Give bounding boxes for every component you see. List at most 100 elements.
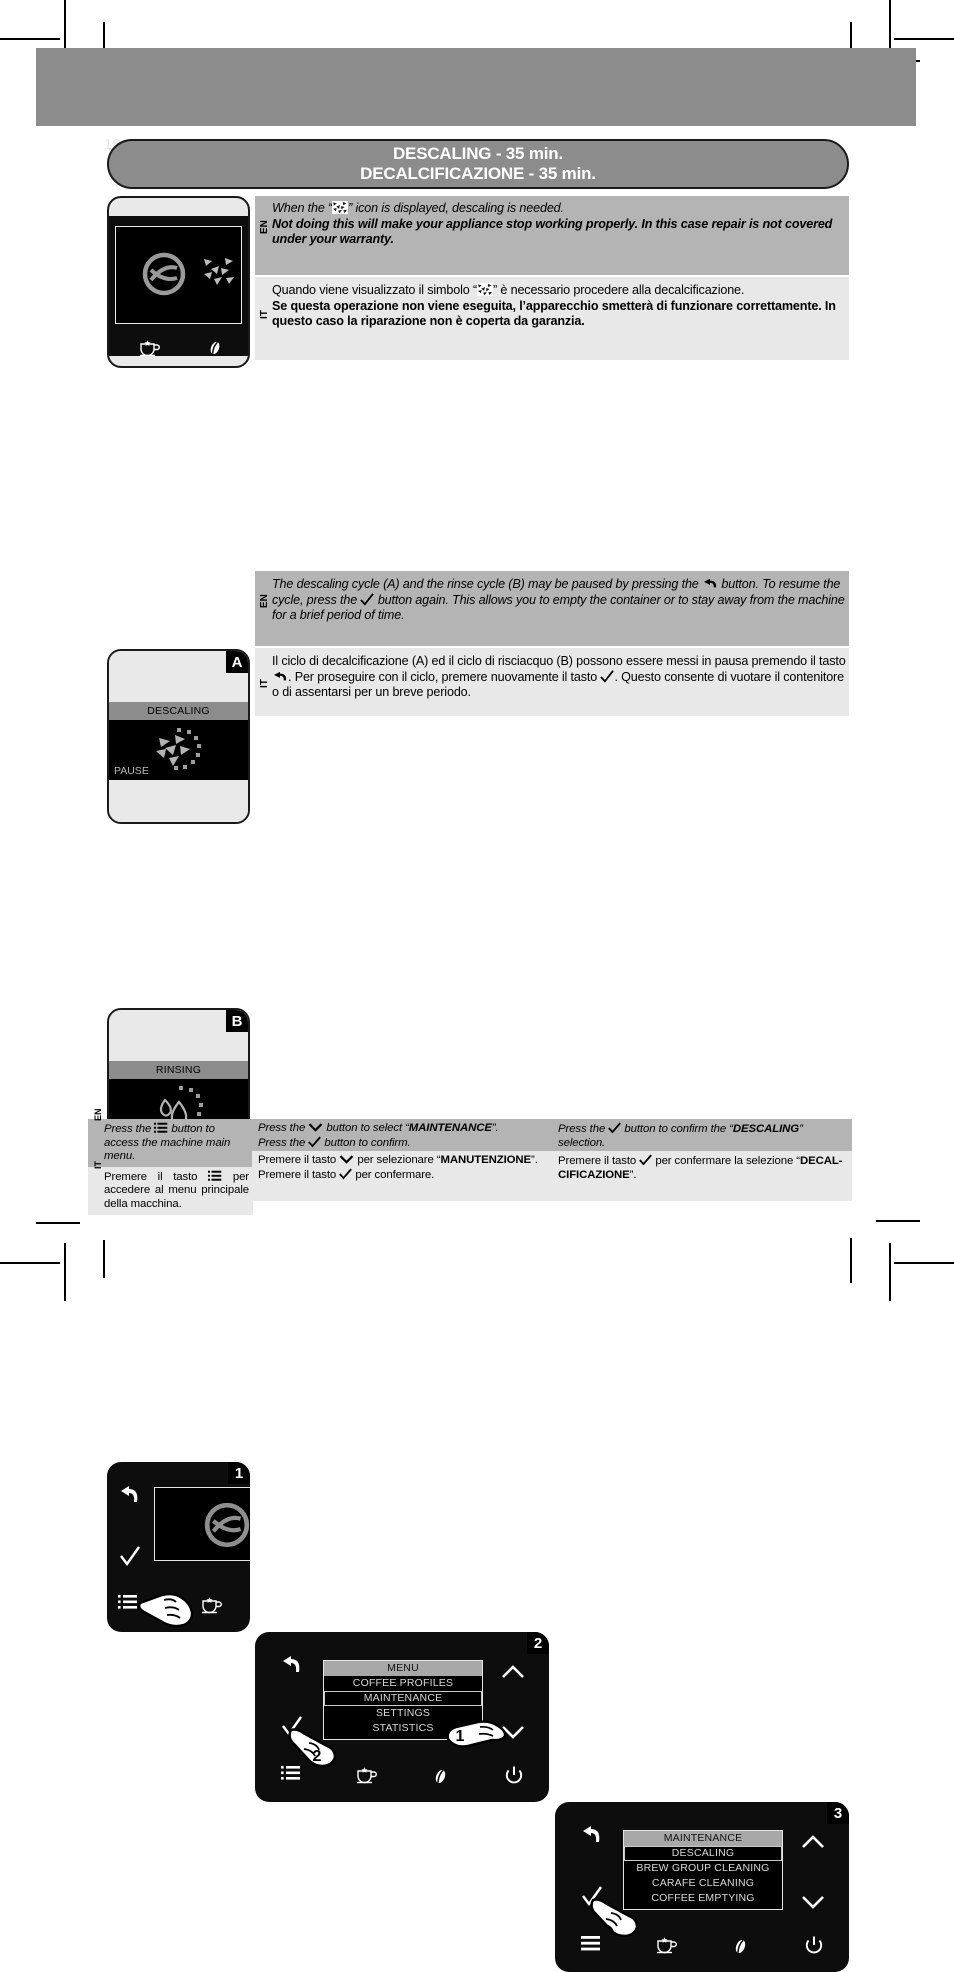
cap2-it-bold: MANUTENZIONE [440,1154,532,1166]
menu-item-coffee-profiles[interactable]: COFFEE PROFILES [324,1676,482,1691]
caption-2-it: Premere il tasto per selezionare “MANUTE… [252,1151,552,1201]
ok-check-icon-inline-2-it [339,1168,353,1180]
warning-note-en: EN When the “ ” icon is displayed, descal… [255,196,849,275]
warning-it-part1: Quando viene visualizzato il simbolo “ [272,283,477,297]
cap2-it-d: Premere il tasto [258,1168,337,1181]
chevron-up-icon-2[interactable] [501,1665,525,1679]
cap2-it-e: per confermare. [355,1168,435,1181]
cup-icon-1[interactable] [200,1595,222,1615]
ok-check-icon-it [600,669,615,683]
lcd-screen-1 [154,1487,250,1561]
page-header: 18 Instructions Istruzioni www.philips.c… [36,48,916,175]
back-arrow-icon-it [272,671,288,683]
hand-pointer-icon-2a: 1 [442,1717,512,1759]
cap3-it-c: ”. [629,1168,637,1181]
menu-list-icon-2[interactable] [281,1765,301,1782]
caption-2-en: Press the button to select “MAINTENANCE”… [252,1119,552,1151]
warning-note-it: IT Quando viene visualizzato il simbolo … [255,277,849,360]
menu-list-icon-inline-1 [154,1122,168,1134]
menu-header-3: MAINTENANCE [624,1831,782,1846]
saeco-logo-icon-1 [203,1501,250,1549]
descaling-icon [202,255,236,287]
power-icon-3[interactable] [804,1936,824,1956]
pause-en-c: button again. This allows you to empty t… [272,592,845,623]
cap2-en-e: button to confirm. [324,1136,411,1149]
caption-1-it: IT Premere il tasto per accedere al menu… [88,1161,253,1215]
caption-1: EN Press the button to access the machin… [88,1108,253,1215]
lang-tag-it-2: IT [259,679,270,688]
hand-pointer-icon-1 [134,1590,198,1630]
back-arrow-icon-1[interactable] [119,1485,141,1504]
chevron-up-icon-3[interactable] [801,1835,825,1849]
back-arrow-icon-3[interactable] [581,1825,603,1844]
descaling-progress-icon [147,724,221,778]
ok-check-icon [360,592,375,606]
coffee-bean-icon [208,340,222,356]
warning-it-bold: Se questa operazione non viene eseguita,… [272,298,836,329]
chevron-down-icon-inline-2-it [339,1154,354,1165]
cap2-en-bold: MAINTENANCE [408,1122,492,1134]
ok-check-icon-inline-3 [608,1122,622,1134]
section-title-it: DECALCIFICAZIONE - 35 min. [360,164,596,183]
cap2-it-c: ”. [531,1154,538,1166]
saeco-logo-icon [141,251,187,297]
lang-tag-en: EN [259,220,270,234]
cap3-en-b: button to confirm the “ [624,1123,733,1135]
menu-header-2: MENU [324,1661,482,1676]
back-arrow-icon-2[interactable] [281,1655,303,1674]
warning-en-bold: Not doing this will make your appliance … [272,216,833,247]
cycle-b-status: RINSING [109,1061,248,1079]
chevron-down-icon-3[interactable] [801,1895,825,1909]
descaling-icon-inline-it [477,283,493,296]
ok-check-icon-inline-3-it [639,1154,653,1166]
lang-tag-it: IT [259,310,270,319]
menu-item-carafe-cleaning[interactable]: CARAFE CLEANING [624,1876,782,1891]
coffee-bean-icon-2[interactable] [433,1768,448,1785]
caption-3: Press the button to confirm the “DESCALI… [552,1119,852,1201]
machine-display-warning [107,196,250,368]
ok-check-icon-inline-2 [308,1136,322,1148]
pause-note-en: EN The descaling cycle (A) and the rinse… [255,571,849,646]
cap2-en-b: button to select “ [326,1122,409,1134]
cycle-a-status: DESCALING [109,702,248,720]
badge-step-3: 3 [827,1802,849,1824]
section-title-en: DESCALING - 35 min. [392,144,563,163]
lang-tag-en-c1: EN [93,1108,103,1121]
cap3-en-a: Press the [558,1123,606,1135]
caption-2: Press the button to select “MAINTENANCE ”… [252,1119,552,1201]
cap1-en-a: Press the [104,1123,152,1135]
warning-it-part2: ” è necessario procedere alla decalcific… [493,283,745,297]
back-arrow-icon [702,578,718,590]
step-panel-1: 1 [107,1462,250,1632]
chevron-down-icon-inline-2 [308,1122,323,1133]
descaling-icon-inline [332,201,349,214]
badge-step-1: 1 [228,1462,250,1484]
cap3-en-bold: DESCALING [732,1123,800,1135]
coffee-bean-icon-3[interactable] [733,1938,748,1955]
pause-note-it: IT Il ciclo di decalcificazione (A) ed i… [255,648,849,716]
cap2-it-b: per selezionare “ [357,1154,441,1166]
cycle-a-pause-label: PAUSE [114,765,149,777]
lang-tag-it-c1: IT [93,1160,103,1169]
cap2-en-a: Press the [258,1122,306,1134]
pause-en-a: The descaling cycle (A) and the rinse cy… [272,577,699,591]
menu-list-icon-3[interactable] [581,1935,601,1952]
step-panel-2: 2 MENU COFFEE PROFILES MAINTENANCE SETTI… [255,1632,549,1802]
cap2-en-d: Press the [258,1136,306,1149]
ok-check-icon-1[interactable] [119,1546,141,1566]
menu-item-descaling[interactable]: DESCALING [624,1846,782,1861]
badge-a: A [226,651,248,673]
menu-item-brew-group-cleaning[interactable]: BREW GROUP CLEANING [624,1861,782,1876]
cup-icon-2[interactable] [355,1765,377,1785]
cup-icon-3[interactable] [655,1935,677,1955]
caption-3-en: Press the button to confirm the “DESCALI… [552,1119,852,1151]
badge-b: B [226,1010,248,1032]
warning-en-part1: When the “ [272,201,333,215]
caption-3-it: Premere il tasto per confermare la selez… [552,1151,852,1201]
svg-text:2: 2 [313,1748,322,1765]
menu-item-maintenance[interactable]: MAINTENANCE [324,1691,482,1706]
power-icon-2[interactable] [504,1766,524,1786]
caption-1-en: EN Press the button to access the machin… [88,1108,253,1167]
cap2-it-a: Premere il tasto [258,1154,337,1166]
cap3-it-a: Premere il tasto [558,1155,637,1167]
